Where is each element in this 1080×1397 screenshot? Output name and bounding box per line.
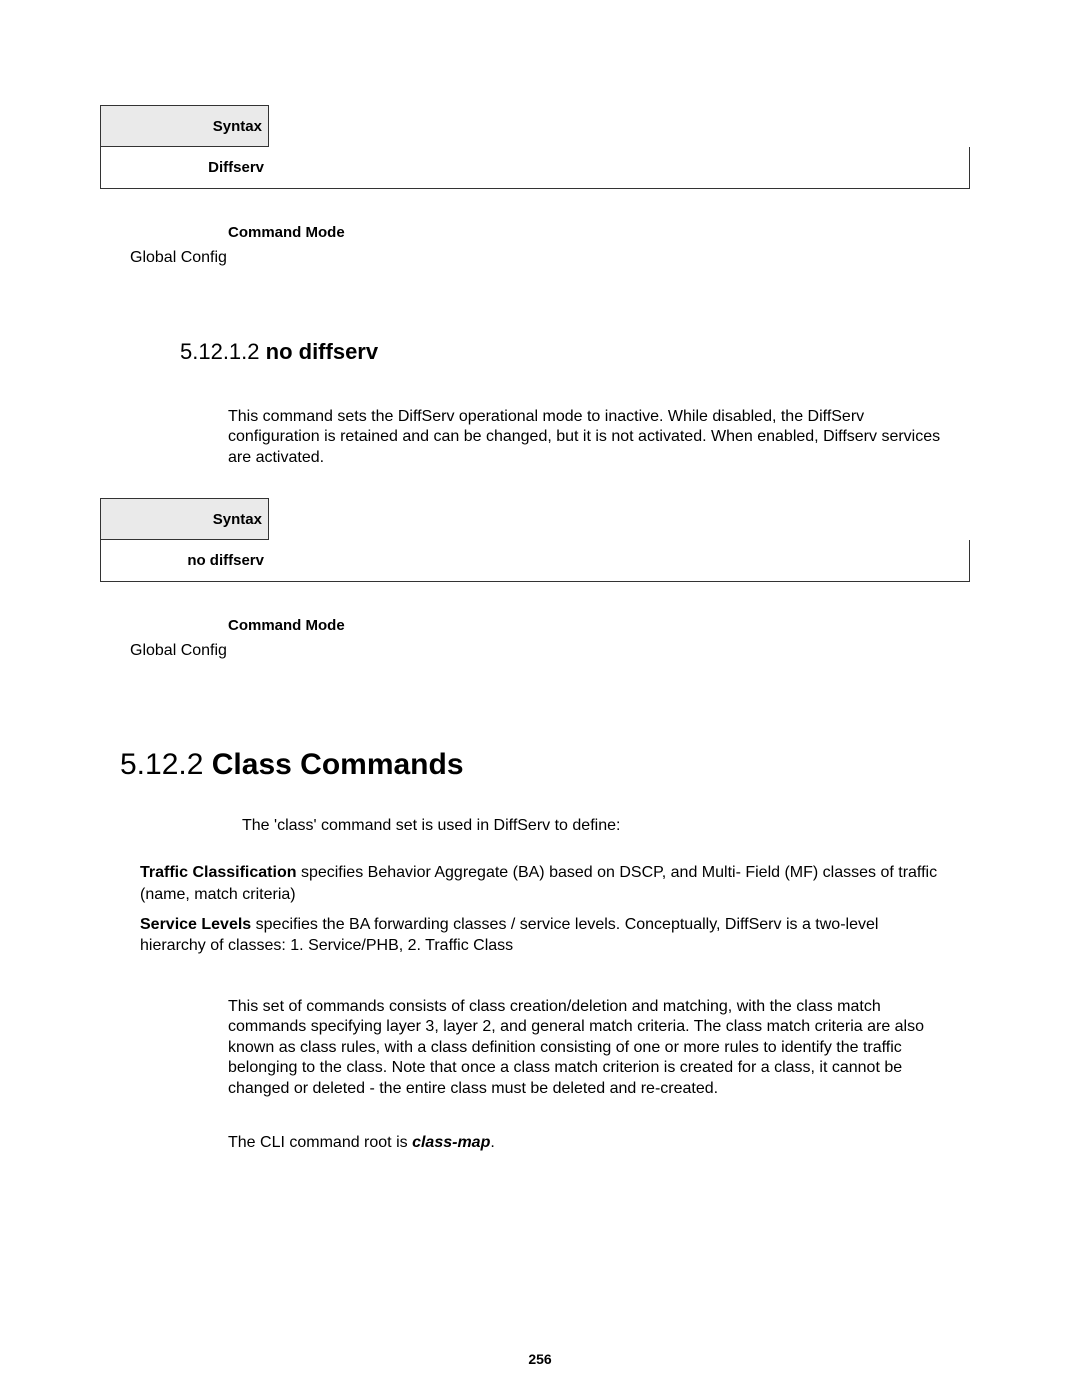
command-mode-label: Command Mode: [228, 617, 970, 634]
section-title: Class Commands: [212, 748, 464, 781]
section-heading-class-commands: 5.12.2 Class Commands: [120, 748, 970, 782]
syntax-header-cell: Syntax: [100, 105, 269, 147]
definition-traffic-classification: Traffic Classification specifies Behavio…: [140, 862, 940, 905]
command-mode-value: Global Config: [130, 642, 970, 660]
syntax-header-label: Syntax: [213, 118, 262, 135]
syntax-table-no-diffserv: Syntax no diffserv: [100, 498, 970, 582]
syntax-header-cell: Syntax: [100, 498, 269, 540]
syntax-table-diffserv: Syntax Diffserv: [100, 105, 970, 189]
syntax-value-row: no diffserv: [100, 540, 970, 582]
syntax-value-row: Diffserv: [100, 147, 970, 189]
section-no-diffserv-body: This command sets the DiffServ operation…: [228, 407, 960, 468]
class-commands-body: This set of commands consists of class c…: [228, 997, 950, 1099]
definition-service-levels: Service Levels specifies the BA forwardi…: [140, 914, 940, 957]
section-number: 5.12.2: [120, 748, 203, 781]
cli-prefix: The CLI command root is: [228, 1134, 412, 1151]
definition-term: Service Levels: [140, 916, 251, 933]
page-number: 256: [0, 1351, 1080, 1367]
definition-body: specifies the BA forwarding classes / se…: [140, 916, 878, 955]
cli-root: class-map: [412, 1134, 490, 1151]
syntax-value-cell: no diffserv: [101, 552, 270, 569]
cli-suffix: .: [490, 1134, 494, 1151]
syntax-value-cell: Diffserv: [101, 159, 270, 176]
syntax-header-label: Syntax: [213, 511, 262, 528]
section-heading-no-diffserv: 5.12.1.2 no diffserv: [180, 339, 970, 365]
definition-term: Traffic Classification: [140, 864, 297, 881]
command-mode-label: Command Mode: [228, 224, 970, 241]
cli-root-note: The CLI command root is class-map.: [228, 1134, 970, 1152]
command-mode-value: Global Config: [130, 249, 970, 267]
class-commands-intro: The 'class' command set is used in DiffS…: [242, 817, 970, 835]
document-page: Syntax Diffserv Command Mode Global Conf…: [0, 0, 1080, 1397]
section-title: no diffserv: [266, 339, 378, 364]
section-number: 5.12.1.2: [180, 339, 260, 364]
